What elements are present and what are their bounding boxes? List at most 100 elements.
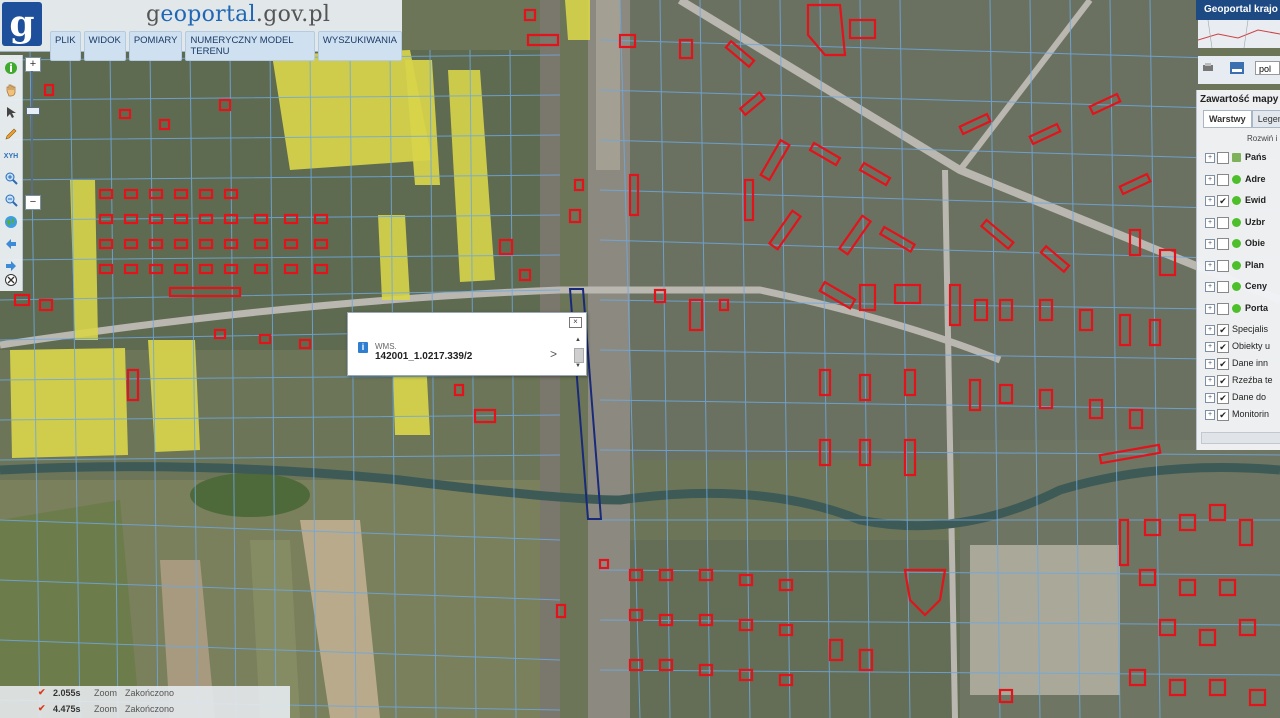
menu-wyszukiwania[interactable]: WYSZUKIWANIA (317, 31, 402, 61)
overview-map[interactable] (1197, 19, 1280, 49)
layer-row[interactable]: + ✔ Rzeźba te (1205, 373, 1280, 389)
back-arrow-icon[interactable] (2, 235, 20, 253)
zoom-slider[interactable]: + − (25, 57, 41, 210)
expand-layer-icon[interactable]: + (1205, 196, 1215, 206)
layer-checkbox[interactable] (1217, 281, 1229, 293)
zoom-track[interactable] (31, 71, 33, 195)
tab-warstwy[interactable]: Warstwy (1203, 110, 1252, 128)
status-row: ✔ 2.055s Zoom Zakończono (0, 686, 290, 701)
layer-status-icon (1232, 174, 1241, 184)
geoportal-logo[interactable]: g (2, 2, 42, 46)
layer-status-icon (1232, 282, 1241, 291)
layer-checkbox[interactable]: ✔ (1217, 375, 1229, 387)
layer-checkbox[interactable]: ✔ (1217, 392, 1229, 404)
layer-checkbox[interactable] (1217, 259, 1229, 272)
layer-checkbox[interactable]: ✔ (1217, 195, 1229, 207)
menu-widok[interactable]: WIDOK (83, 31, 126, 61)
expand-layer-icon[interactable]: + (1205, 174, 1215, 185)
layer-checkbox[interactable] (1217, 173, 1229, 186)
pan-hand-icon[interactable] (2, 81, 20, 99)
expand-layer-icon[interactable]: + (1205, 303, 1215, 314)
expand-all-link[interactable]: Rozwiń i (1247, 134, 1277, 143)
print-icon[interactable] (1202, 62, 1216, 74)
panel-hscroll[interactable] (1201, 432, 1280, 444)
popup-scrollbar[interactable]: ▲ ▼ (574, 337, 584, 371)
layer-checkbox[interactable]: ✔ (1217, 324, 1229, 336)
popup-source: WMS. (375, 342, 397, 351)
layer-row[interactable]: + ✔ Ewid (1205, 193, 1280, 209)
layer-checkbox[interactable]: ✔ (1217, 341, 1229, 353)
layer-row[interactable]: + Plan (1205, 258, 1280, 274)
map-canvas[interactable] (0, 0, 1280, 718)
expand-layer-icon[interactable]: + (1205, 282, 1215, 292)
expand-layer-icon[interactable]: + (1205, 342, 1215, 352)
pencil-icon[interactable] (2, 125, 20, 143)
close-icon[interactable]: × (569, 317, 582, 328)
layer-checkbox[interactable] (1217, 216, 1229, 229)
menu-plik[interactable]: PLIK (50, 31, 81, 61)
language-select[interactable]: pol (1255, 61, 1280, 75)
app-header: g geoportal.gov.pl PLIK WIDOK POMIARY NU… (0, 0, 402, 61)
expand-layer-icon[interactable]: + (1205, 239, 1215, 249)
layer-status-icon (1232, 260, 1241, 270)
layer-row[interactable]: + Adre (1205, 172, 1280, 188)
layer-row[interactable]: + Uzbr (1205, 215, 1280, 231)
select-arrow-icon[interactable] (2, 103, 20, 121)
status-state: Zakończono (125, 688, 175, 698)
layer-row[interactable]: + Ceny (1205, 279, 1280, 295)
layer-label: Dane do (1232, 392, 1267, 402)
expand-layer-icon[interactable]: + (1205, 393, 1215, 403)
layer-checkbox[interactable]: ✔ (1217, 358, 1229, 370)
parcel-id[interactable]: 142001_1.0217.339/2 (375, 351, 472, 362)
menu-pomiary[interactable]: POMIARY (128, 31, 183, 61)
layer-label: Monitorin (1232, 409, 1270, 419)
left-toolbar: XYH (0, 55, 23, 291)
scroll-thumb[interactable] (574, 348, 584, 363)
expand-layer-icon[interactable]: + (1205, 260, 1215, 271)
layer-label: Plan (1245, 259, 1265, 270)
layer-row[interactable]: + ✔ Specjalis (1205, 322, 1280, 338)
status-row: ✔ 4.475s Zoom Zakończono (0, 702, 290, 717)
xyz-icon[interactable]: XYH (2, 147, 20, 165)
expand-layer-icon[interactable]: + (1205, 217, 1215, 228)
layer-row[interactable]: + Obie (1205, 236, 1280, 252)
layer-checkbox[interactable] (1217, 152, 1229, 164)
layer-checkbox[interactable] (1217, 238, 1229, 250)
check-icon: ✔ (38, 687, 46, 697)
expand-layer-icon[interactable]: + (1205, 376, 1215, 386)
zoom-plus-button[interactable]: + (25, 57, 41, 72)
expand-layer-icon[interactable]: + (1205, 410, 1215, 420)
status-time: 2.055s (53, 688, 81, 698)
tab-legenda[interactable]: Legen (1251, 110, 1280, 128)
zoom-out-icon[interactable] (2, 191, 20, 209)
right-panel: Geoportal krajo pol Zawartość mapy Warst… (1196, 0, 1280, 450)
layer-row[interactable]: + Porta (1205, 301, 1280, 317)
menu-numeryczny-model-terenu[interactable]: NUMERYCZNY MODEL TERENU (185, 31, 315, 61)
clear-icon[interactable] (2, 271, 20, 289)
layer-label: Obie (1245, 238, 1266, 248)
layers-title: Zawartość mapy (1200, 94, 1279, 105)
layer-row[interactable]: + ✔ Obiekty u (1205, 339, 1280, 355)
expand-layer-icon[interactable]: + (1205, 153, 1215, 163)
layer-label: Pańs (1245, 152, 1267, 162)
zoom-thumb[interactable] (26, 107, 40, 115)
expand-layer-icon[interactable]: + (1205, 359, 1215, 369)
zoom-in-icon[interactable] (2, 169, 20, 187)
layer-row[interactable]: + ✔ Monitorin (1205, 407, 1280, 423)
chevron-right-icon[interactable]: > (550, 347, 557, 361)
globe-icon[interactable] (2, 213, 20, 231)
layer-row[interactable]: + ✔ Dane inn (1205, 356, 1280, 372)
zoom-minus-button[interactable]: − (25, 195, 41, 210)
scroll-up-icon[interactable]: ▲ (575, 337, 581, 343)
layer-row[interactable]: + Pańs (1205, 150, 1280, 166)
feature-info-popup: × i WMS. 142001_1.0217.339/2 > ▲ ▼ (347, 312, 587, 376)
layer-label: Dane inn (1232, 358, 1269, 368)
info-icon[interactable] (2, 59, 20, 77)
layer-checkbox[interactable] (1217, 302, 1229, 315)
wms-icon[interactable] (1230, 62, 1244, 74)
expand-layer-icon[interactable]: + (1205, 325, 1215, 335)
layer-row[interactable]: + ✔ Dane do (1205, 390, 1280, 406)
layer-checkbox[interactable]: ✔ (1217, 409, 1229, 421)
status-action: Zoom (94, 688, 118, 698)
scroll-down-icon[interactable]: ▼ (575, 363, 581, 369)
